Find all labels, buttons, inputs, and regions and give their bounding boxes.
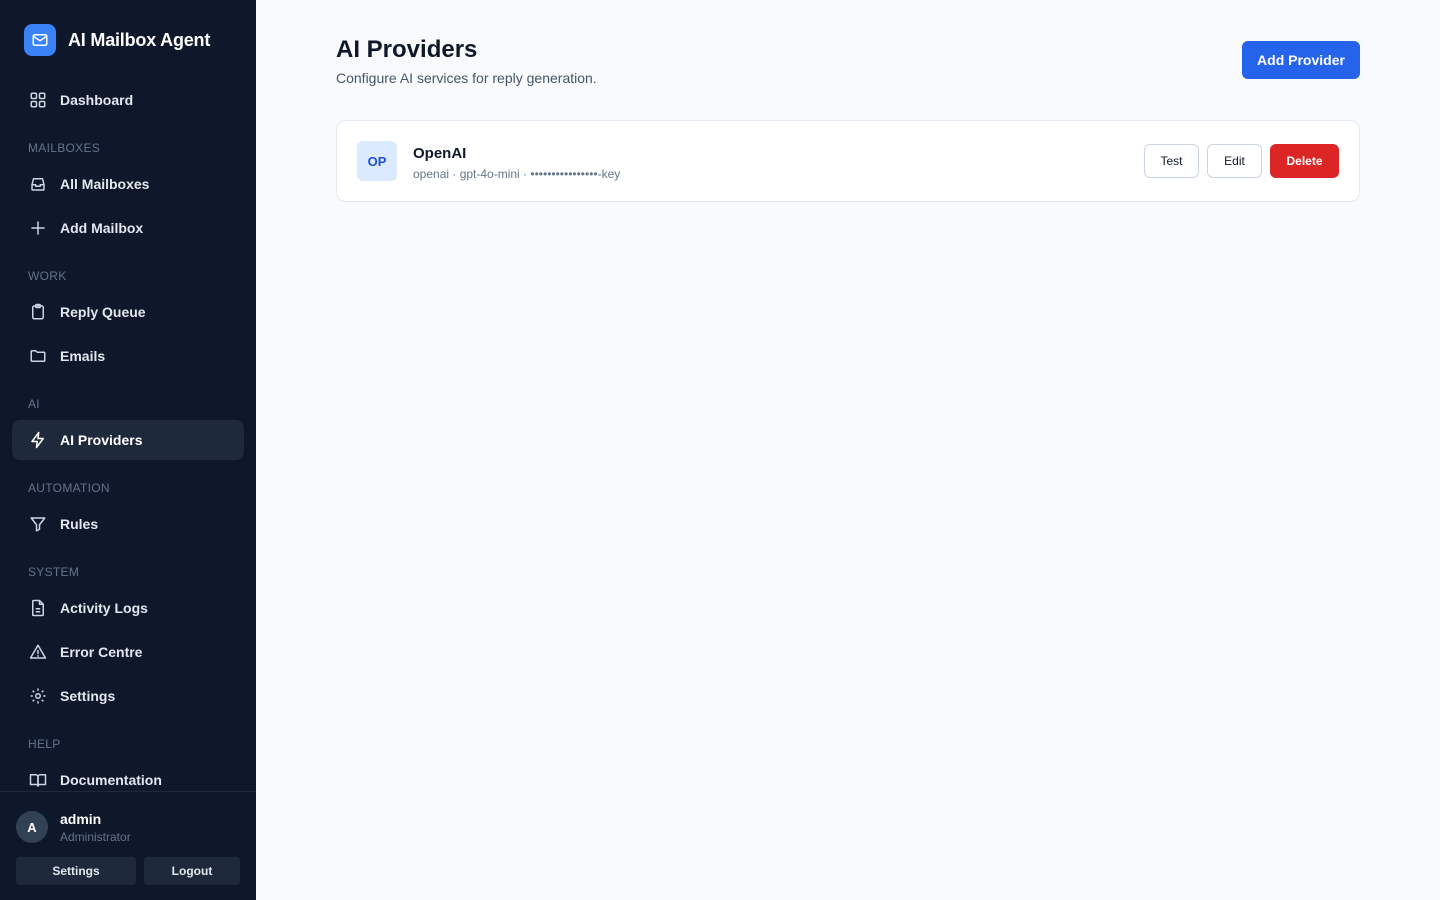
- test-button[interactable]: Test: [1144, 144, 1199, 178]
- logout-button[interactable]: Logout: [144, 857, 240, 885]
- edit-button[interactable]: Edit: [1207, 144, 1262, 178]
- sidebar-item-label: Settings: [60, 688, 116, 704]
- page-title: AI Providers: [336, 36, 478, 63]
- sidebar-item-label: All Mailboxes: [60, 176, 150, 192]
- sidebar-item-all-mailboxes[interactable]: All Mailboxes: [12, 164, 244, 204]
- alert-triangle-icon: [28, 642, 48, 662]
- section-label-automation: AUTOMATION: [28, 481, 110, 495]
- user-name: admin: [60, 811, 102, 827]
- delete-button[interactable]: Delete: [1270, 144, 1339, 178]
- sidebar-item-rules[interactable]: Rules: [12, 504, 244, 544]
- sidebar-item-label: Error Centre: [60, 644, 143, 660]
- avatar: A: [16, 811, 48, 843]
- gear-icon: [28, 686, 48, 706]
- sidebar-item-emails[interactable]: Emails: [12, 336, 244, 376]
- section-label-ai: AI: [28, 397, 40, 411]
- sidebar-item-label: Dashboard: [60, 92, 134, 108]
- section-label-system: SYSTEM: [28, 565, 80, 579]
- sidebar-item-settings[interactable]: Settings: [12, 676, 244, 716]
- provider-card: OP OpenAI openai · gpt-4o-mini · •••••••…: [336, 120, 1360, 202]
- filter-icon: [28, 514, 48, 534]
- provider-badge: OP: [357, 141, 397, 181]
- provider-name: OpenAI: [413, 145, 467, 162]
- sidebar-item-label: Documentation: [60, 772, 162, 788]
- clipboard-icon: [28, 302, 48, 322]
- sidebar: AI Mailbox Agent Dashboard MAILBOXES All…: [0, 0, 256, 900]
- section-label-help: HELP: [28, 737, 61, 751]
- user-settings-button[interactable]: Settings: [16, 857, 136, 885]
- sidebar-item-label: Rules: [60, 516, 99, 532]
- inbox-icon: [28, 174, 48, 194]
- app-title: AI Mailbox Agent: [68, 29, 211, 50]
- sidebar-item-dashboard[interactable]: Dashboard: [12, 80, 244, 120]
- sidebar-item-reply-queue[interactable]: Reply Queue: [12, 292, 244, 332]
- user-panel: A admin Administrator Settings Logout: [0, 791, 256, 900]
- file-text-icon: [28, 598, 48, 618]
- section-label-work: WORK: [28, 269, 67, 283]
- brand[interactable]: AI Mailbox Agent: [24, 24, 210, 56]
- user-role: Administrator: [60, 830, 131, 844]
- mail-icon: [24, 24, 56, 56]
- add-provider-button[interactable]: Add Provider: [1242, 41, 1360, 79]
- page-subtitle: Configure AI services for reply generati…: [336, 70, 597, 86]
- grid-icon: [28, 90, 48, 110]
- sidebar-item-label: Add Mailbox: [60, 220, 144, 236]
- sidebar-item-label: Emails: [60, 348, 106, 364]
- provider-meta: openai · gpt-4o-mini · ••••••••••••••••-…: [413, 167, 621, 181]
- sidebar-item-add-mailbox[interactable]: Add Mailbox: [12, 208, 244, 248]
- folder-icon: [28, 346, 48, 366]
- sidebar-item-activity-logs[interactable]: Activity Logs: [12, 588, 244, 628]
- book-icon: [28, 770, 48, 790]
- section-label-mailboxes: MAILBOXES: [28, 141, 101, 155]
- sidebar-item-label: Activity Logs: [60, 600, 148, 616]
- sidebar-item-label: Reply Queue: [60, 304, 146, 320]
- sidebar-item-label: AI Providers: [60, 432, 143, 448]
- sidebar-item-ai-providers[interactable]: AI Providers: [12, 420, 244, 460]
- plus-icon: [28, 218, 48, 238]
- sidebar-item-error-centre[interactable]: Error Centre: [12, 632, 244, 672]
- bolt-icon: [28, 430, 48, 450]
